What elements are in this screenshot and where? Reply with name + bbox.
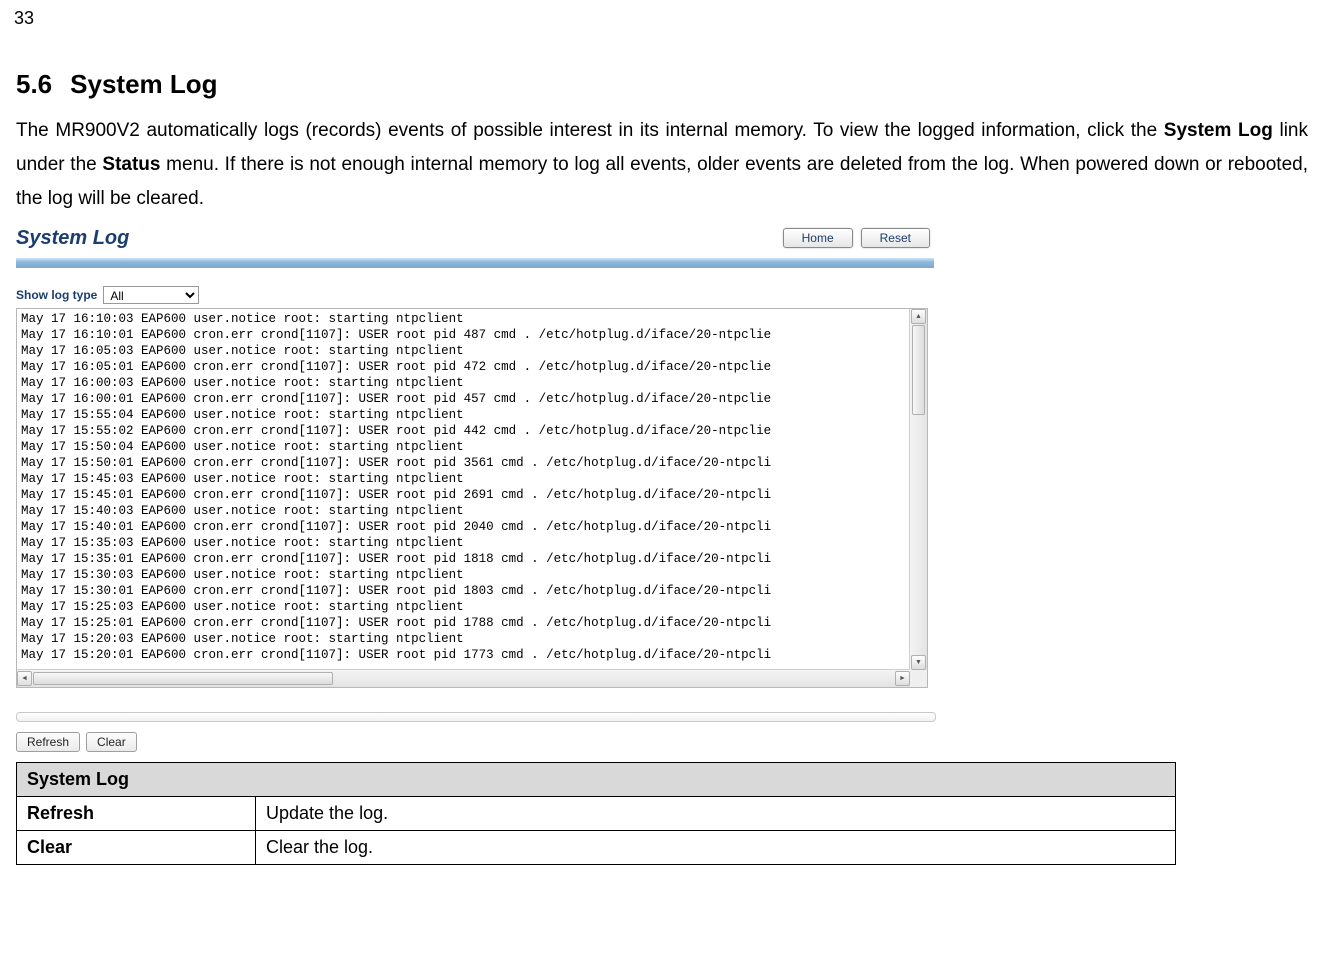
- log-line: May 17 15:25:01 EAP600 cron.err crond[11…: [21, 615, 906, 631]
- table-header-cell: System Log: [17, 762, 1176, 796]
- section-heading: 5.6 System Log: [16, 69, 1308, 100]
- log-line: May 17 15:35:01 EAP600 cron.err crond[11…: [21, 551, 906, 567]
- page-number: 33: [14, 8, 1324, 29]
- log-line: May 17 15:50:04 EAP600 user.notice root:…: [21, 439, 906, 455]
- log-line: May 17 15:55:02 EAP600 cron.err crond[11…: [21, 423, 906, 439]
- log-content: May 17 16:10:03 EAP600 user.notice root:…: [17, 309, 910, 670]
- system-log-screenshot: System Log Home Reset Show log type All …: [16, 227, 934, 752]
- row-label: Refresh: [17, 796, 256, 830]
- intro-paragraph: The MR900V2 automatically logs (records)…: [16, 114, 1308, 217]
- scroll-thumb-vertical[interactable]: [912, 325, 925, 415]
- log-line: May 17 16:00:03 EAP600 user.notice root:…: [21, 375, 906, 391]
- vertical-scrollbar[interactable]: ▲ ▼: [909, 309, 927, 670]
- log-line: May 17 16:05:01 EAP600 cron.err crond[11…: [21, 359, 906, 375]
- log-line: May 17 16:10:01 EAP600 cron.err crond[11…: [21, 327, 906, 343]
- table-header-row: System Log: [17, 762, 1176, 796]
- row-desc: Update the log.: [256, 796, 1176, 830]
- refresh-button[interactable]: Refresh: [16, 732, 80, 752]
- log-type-label: Show log type: [16, 288, 97, 302]
- scroll-corner: [910, 670, 927, 687]
- row-label: Clear: [17, 830, 256, 864]
- table-row: Clear Clear the log.: [17, 830, 1176, 864]
- scroll-up-icon[interactable]: ▲: [911, 309, 926, 324]
- scroll-left-icon[interactable]: ◄: [17, 671, 32, 686]
- log-line: May 17 15:45:01 EAP600 cron.err crond[11…: [21, 487, 906, 503]
- heading-text: System Log: [70, 69, 217, 99]
- table-row: Refresh Update the log.: [17, 796, 1176, 830]
- log-line: May 17 15:40:01 EAP600 cron.err crond[11…: [21, 519, 906, 535]
- para-bold-status: Status: [102, 154, 160, 175]
- heading-number: 5.6: [16, 69, 52, 99]
- log-type-select[interactable]: All: [103, 286, 199, 304]
- log-line: May 17 15:50:01 EAP600 cron.err crond[11…: [21, 455, 906, 471]
- log-line: May 17 16:00:01 EAP600 cron.err crond[11…: [21, 391, 906, 407]
- horizontal-scrollbar[interactable]: ◄ ►: [17, 669, 910, 687]
- divider-band: [16, 258, 934, 268]
- scroll-right-icon[interactable]: ►: [895, 671, 910, 686]
- para-text: menu. If there is not enough internal me…: [16, 154, 1308, 209]
- description-table: System Log Refresh Update the log. Clear…: [16, 762, 1176, 865]
- log-line: May 17 15:55:04 EAP600 user.notice root:…: [21, 407, 906, 423]
- log-line: May 17 15:20:01 EAP600 cron.err crond[11…: [21, 647, 906, 663]
- scroll-thumb-horizontal[interactable]: [33, 672, 333, 685]
- para-bold-systemlog: System Log: [1164, 120, 1273, 141]
- para-text: The MR900V2 automatically logs (records)…: [16, 120, 1164, 141]
- divider-bar: [16, 712, 936, 722]
- log-line: May 17 16:05:03 EAP600 user.notice root:…: [21, 343, 906, 359]
- row-desc: Clear the log.: [256, 830, 1176, 864]
- home-button[interactable]: Home: [783, 228, 853, 248]
- log-textarea[interactable]: May 17 16:10:03 EAP600 user.notice root:…: [16, 308, 928, 688]
- clear-button[interactable]: Clear: [86, 732, 137, 752]
- reset-button[interactable]: Reset: [861, 228, 930, 248]
- log-line: May 17 15:45:03 EAP600 user.notice root:…: [21, 471, 906, 487]
- log-line: May 17 15:35:03 EAP600 user.notice root:…: [21, 535, 906, 551]
- log-line: May 17 15:25:03 EAP600 user.notice root:…: [21, 599, 906, 615]
- log-line: May 17 15:30:03 EAP600 user.notice root:…: [21, 567, 906, 583]
- log-line: May 17 15:20:03 EAP600 user.notice root:…: [21, 631, 906, 647]
- log-line: May 17 15:40:03 EAP600 user.notice root:…: [21, 503, 906, 519]
- scroll-down-icon[interactable]: ▼: [911, 655, 926, 670]
- log-line: May 17 15:30:01 EAP600 cron.err crond[11…: [21, 583, 906, 599]
- log-line: May 17 16:10:03 EAP600 user.notice root:…: [21, 311, 906, 327]
- panel-title: System Log: [16, 227, 129, 250]
